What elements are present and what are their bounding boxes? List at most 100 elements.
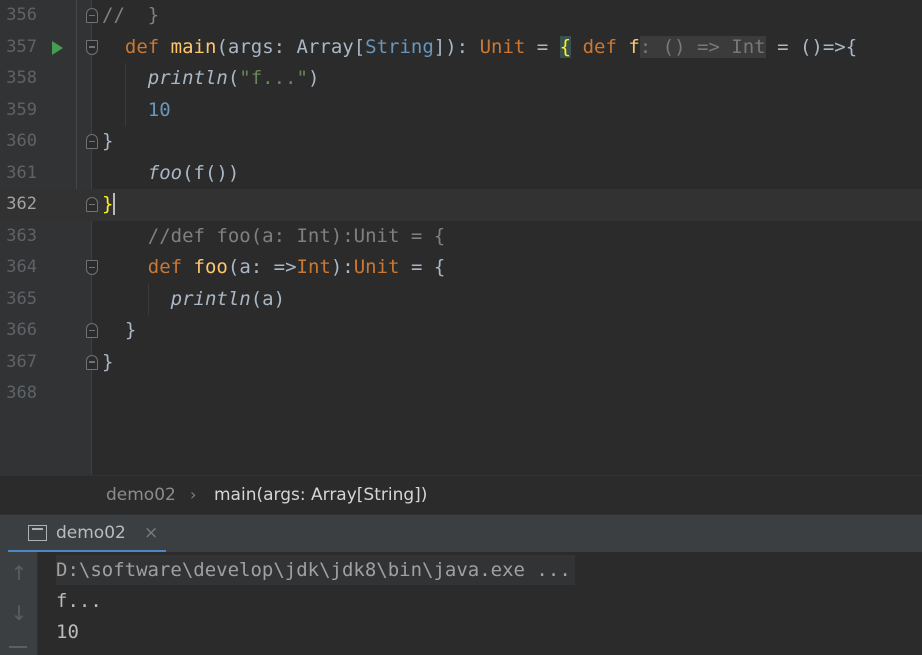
code-token: } — [102, 350, 114, 373]
console-toolbar: ↑ ↓ — [0, 552, 38, 655]
code-token: // } — [102, 4, 160, 26]
code-token: main — [170, 35, 217, 58]
code-line[interactable]: 359 10 — [0, 94, 922, 127]
code-token: foo — [193, 256, 228, 278]
console-output-line: 10 — [56, 621, 79, 643]
code-token: } — [102, 319, 137, 341]
code-line[interactable]: 361 foo(f()) — [0, 158, 922, 190]
line-number: 359 — [6, 99, 37, 120]
code-token: (f()) — [182, 161, 240, 184]
fold-icon[interactable] — [86, 8, 98, 23]
code-text[interactable]: //def foo(a: Int):Unit = { — [102, 221, 445, 253]
fold-icon[interactable] — [86, 134, 98, 149]
code-line[interactable]: 368 — [0, 378, 922, 410]
line-number: 357 — [6, 36, 37, 57]
code-text[interactable]: } — [102, 347, 113, 379]
breadcrumb-file[interactable]: demo02 — [106, 476, 176, 514]
fold-icon[interactable] — [86, 354, 98, 370]
fold-icon[interactable] — [86, 39, 98, 55]
toolbar-overflow-icon[interactable] — [9, 646, 27, 648]
code-text[interactable]: 10 — [102, 95, 171, 127]
code-line[interactable]: 358 println("f...") — [0, 63, 922, 95]
line-number: 367 — [6, 351, 37, 372]
fold-icon[interactable] — [86, 197, 98, 212]
code-token: println — [170, 287, 251, 310]
line-number: 364 — [6, 257, 37, 277]
code-text[interactable]: println(a) — [102, 284, 285, 316]
code-line[interactable]: 367} — [0, 347, 922, 379]
scroll-down-icon[interactable]: ↓ — [8, 601, 30, 625]
code-token: "f..." — [239, 67, 308, 89]
code-line[interactable]: 365 println(a) — [0, 283, 922, 316]
code-text[interactable]: def main(args: Array[String]): Unit = { … — [102, 32, 857, 64]
fold-icon[interactable] — [86, 323, 98, 338]
code-token: = — [525, 35, 560, 58]
code-token: ) — [307, 67, 320, 89]
code-editor[interactable]: 356 // } 357 def main(args: Array[String])… — [0, 0, 922, 475]
code-token: String — [365, 35, 434, 58]
code-token: (args: Array[ — [216, 35, 366, 58]
code-token: //def foo(a: Int):Unit = { — [147, 224, 446, 247]
line-number: 365 — [6, 288, 37, 309]
code-text[interactable]: // } — [102, 0, 159, 32]
line-number: 368 — [6, 383, 37, 403]
line-number: 361 — [6, 162, 37, 183]
scroll-up-icon[interactable]: ↑ — [8, 561, 30, 585]
breadcrumb-method[interactable]: main(args: Array[String]) — [214, 476, 427, 514]
code-token: println — [147, 67, 228, 89]
code-line[interactable]: 357 def main(args: Array[String]): Unit … — [0, 32, 922, 64]
line-number: 362 — [6, 194, 37, 214]
code-text[interactable]: } — [102, 189, 116, 221]
code-line[interactable]: 356 // } — [0, 0, 922, 32]
run-console[interactable]: ↑ ↓ D:\software\develop\jdk\jdk8\bin\jav… — [0, 552, 922, 655]
code-token: ]): — [433, 35, 480, 58]
breadcrumb-separator-icon: › — [190, 485, 197, 504]
line-number: 366 — [6, 320, 37, 340]
code-line[interactable]: 360} — [0, 126, 922, 158]
code-token: (a: => — [227, 256, 297, 278]
code-token: def — [582, 35, 617, 58]
code-line[interactable]: 366 } — [0, 315, 922, 347]
code-token: ( — [227, 67, 240, 89]
code-token: = { — [399, 256, 446, 278]
code-token: def — [124, 35, 160, 58]
close-icon[interactable]: × — [144, 515, 158, 551]
run-icon[interactable] — [52, 40, 63, 55]
code-line[interactable]: 362} — [0, 189, 922, 221]
code-token: (a) — [250, 287, 286, 310]
code-token: = ()=>{ — [765, 35, 858, 58]
code-text[interactable]: println("f...") — [102, 63, 320, 95]
console-command-line: D:\software\develop\jdk\jdk8\bin\java.ex… — [56, 555, 575, 585]
console-icon — [28, 525, 47, 541]
code-line[interactable]: 364 def foo(a: =>Int):Unit = { — [0, 252, 922, 284]
code-token: Int — [296, 256, 331, 278]
code-text[interactable]: } — [102, 315, 136, 347]
code-text[interactable]: foo(f()) — [102, 158, 240, 190]
code-token: } — [102, 193, 116, 215]
tab-label: demo02 — [56, 523, 126, 543]
type-hint: : () => Int — [639, 35, 766, 58]
code-token: Unit — [353, 256, 400, 278]
line-number: 360 — [6, 131, 37, 151]
code-line[interactable]: 363 //def foo(a: Int):Unit = { — [0, 221, 922, 253]
line-number: 358 — [6, 68, 37, 88]
console-output-line: f... — [56, 590, 102, 612]
code-text[interactable]: } — [102, 126, 113, 158]
code-token: { — [559, 35, 572, 58]
tab-run-demo02[interactable]: demo02 × — [8, 515, 166, 553]
code-token: f — [628, 35, 640, 58]
run-tool-window-tabs: demo02 × — [0, 514, 922, 553]
code-token: } — [102, 130, 114, 152]
breadcrumb: demo02 › main(args: Array[String]) — [0, 475, 922, 514]
code-text[interactable]: def foo(a: =>Int):Unit = { — [102, 252, 446, 284]
fold-icon[interactable] — [86, 260, 98, 275]
code-token: def — [147, 256, 183, 278]
